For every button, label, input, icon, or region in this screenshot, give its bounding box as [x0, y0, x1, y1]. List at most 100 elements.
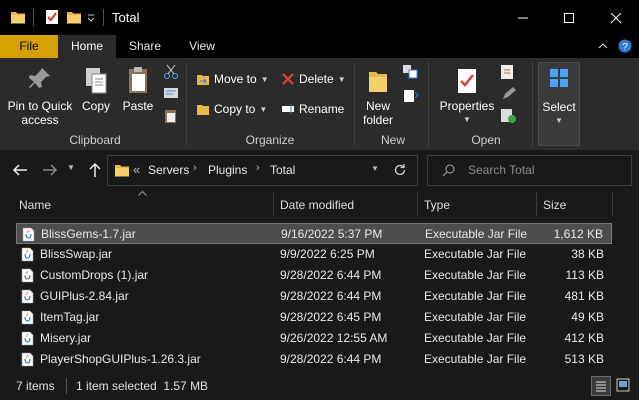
chevron-down-icon: ▼: [337, 74, 346, 84]
recent-locations-chevron-icon[interactable]: ▼: [67, 163, 75, 172]
file-name[interactable]: BlissGems-1.7.jar: [41, 227, 136, 241]
open-group-label: Open: [471, 133, 501, 147]
file-name[interactable]: Misery.jar: [40, 331, 91, 345]
new-folder-quick-icon[interactable]: [66, 9, 82, 25]
address-dropdown-icon[interactable]: ▼: [371, 164, 379, 173]
search-placeholder: Search Total: [468, 163, 535, 177]
pin-label-1: Pin to Quick: [7, 99, 73, 113]
divider[interactable]: [273, 192, 274, 216]
history-icon[interactable]: [500, 108, 518, 124]
jar-file-icon: [21, 289, 34, 304]
column-header-type[interactable]: Type: [424, 198, 450, 212]
back-arrow-icon[interactable]: [12, 163, 28, 177]
copy-to-label: Copy to: [214, 102, 256, 116]
delete-icon: [282, 73, 294, 85]
refresh-icon[interactable]: [393, 163, 407, 177]
scrollbar[interactable]: [626, 190, 639, 372]
delete-button[interactable]: Delete ▼: [281, 72, 346, 86]
close-icon: [610, 12, 622, 23]
forward-arrow-icon[interactable]: [42, 163, 58, 177]
table-row[interactable]: GUIPlus-2.84.jar 9/28/2022 6:44 PM Executa…: [16, 286, 612, 307]
minimize-icon: [518, 17, 528, 18]
tab-file[interactable]: File: [0, 35, 58, 58]
file-size: 1,612 KB: [553, 227, 603, 241]
help-icon[interactable]: ?: [618, 39, 632, 53]
file-size: 412 KB: [564, 331, 604, 345]
table-row[interactable]: BlissGems-1.7.jar 9/16/2022 5:37 PM Execut…: [16, 223, 612, 244]
breadcrumb-separator-icon[interactable]: ›: [256, 162, 260, 174]
edit-icon[interactable]: [500, 86, 518, 102]
divider[interactable]: [536, 192, 537, 216]
search-box[interactable]: Search Total: [427, 155, 632, 186]
move-to-icon: [197, 75, 209, 85]
table-row[interactable]: BlissSwap.jar 9/9/2022 6:25 PM Executable …: [16, 244, 612, 265]
file-name[interactable]: GUIPlus-2.84.jar: [40, 289, 129, 303]
divider[interactable]: [417, 192, 418, 216]
rename-icon: [282, 104, 294, 114]
paste-icon: [129, 67, 147, 93]
sort-ascending-icon: [138, 191, 147, 196]
tab-view[interactable]: View: [174, 35, 230, 58]
breadcrumb-separator-icon[interactable]: ›: [193, 162, 197, 174]
file-date: 9/28/2022 6:45 PM: [280, 310, 382, 324]
easy-access-icon[interactable]: [402, 88, 420, 104]
pin-label-2: access: [21, 113, 59, 127]
table-row[interactable]: PlayerShopGUIPlus-1.26.3.jar 9/28/2022 6:…: [16, 349, 612, 370]
chevron-down-icon: ▼: [260, 74, 269, 84]
new-item-icon[interactable]: [402, 64, 420, 80]
table-row[interactable]: ItemTag.jar 9/28/2022 6:45 PM Executable J…: [16, 307, 612, 328]
up-arrow-icon[interactable]: [88, 162, 102, 178]
paste-button[interactable]: Paste: [119, 66, 157, 113]
chevron-down-icon: ▼: [555, 116, 563, 125]
copy-to-button[interactable]: Copy to ▼: [196, 102, 267, 116]
delete-label: Delete: [299, 72, 334, 86]
copy-path-icon[interactable]: [163, 86, 179, 100]
paste-shortcut-icon[interactable]: [163, 108, 179, 124]
rename-button[interactable]: Rename: [281, 102, 344, 116]
new-folder-button[interactable]: New folder: [358, 66, 398, 127]
file-name[interactable]: PlayerShopGUIPlus-1.26.3.jar: [40, 352, 201, 366]
breadcrumb-total[interactable]: Total: [270, 163, 295, 177]
copy-button[interactable]: Copy: [78, 66, 114, 113]
large-icons-view-button[interactable]: [614, 376, 634, 396]
divider[interactable]: [612, 192, 613, 216]
tab-share[interactable]: Share: [116, 35, 174, 58]
maximize-button[interactable]: [546, 0, 592, 35]
minimize-button[interactable]: [500, 0, 546, 35]
open-icon[interactable]: [500, 64, 518, 80]
address-bar[interactable]: « Servers › Plugins › Total ▼: [107, 155, 418, 186]
breadcrumb-plugins[interactable]: Plugins: [208, 163, 247, 177]
pin-icon: [29, 68, 50, 88]
pin-to-quick-access-button[interactable]: Pin to Quick access: [4, 66, 76, 127]
move-to-button[interactable]: Move to ▼: [196, 72, 269, 86]
table-row[interactable]: Misery.jar 9/26/2022 12:55 AM Executable J…: [16, 328, 612, 349]
folder-icon: [11, 12, 25, 24]
breadcrumb-servers[interactable]: Servers: [148, 163, 189, 177]
table-row[interactable]: CustomDrops (1).jar 9/28/2022 6:44 PM Exec…: [16, 265, 612, 286]
column-header-name[interactable]: Name: [19, 198, 51, 212]
column-header-date[interactable]: Date modified: [280, 198, 354, 212]
file-date: 9/28/2022 6:44 PM: [280, 268, 382, 282]
paste-label: Paste: [122, 99, 154, 113]
file-name[interactable]: CustomDrops (1).jar: [40, 268, 148, 282]
details-view-button[interactable]: [591, 376, 611, 396]
divider: [66, 378, 67, 394]
cut-icon[interactable]: [163, 64, 179, 80]
divider: [103, 9, 104, 26]
customize-toolbar-icon[interactable]: [86, 9, 96, 25]
select-button[interactable]: Select ▼: [538, 62, 580, 146]
copy-label: Copy: [81, 99, 110, 113]
properties-button[interactable]: Properties ▼: [436, 66, 498, 127]
file-name[interactable]: BlissSwap.jar: [40, 247, 112, 261]
column-header-size[interactable]: Size: [543, 198, 566, 212]
folder-icon: [115, 165, 129, 177]
select-label: Select: [542, 100, 576, 114]
properties-quick-icon[interactable]: [44, 9, 60, 25]
tab-home[interactable]: Home: [58, 35, 116, 58]
clipboard-group-label: Clipboard: [69, 133, 121, 147]
jar-file-icon: [21, 247, 34, 262]
collapse-ribbon-icon[interactable]: [598, 42, 608, 50]
file-name[interactable]: ItemTag.jar: [40, 310, 99, 324]
overflow-chevrons[interactable]: «: [133, 162, 140, 177]
close-button[interactable]: [593, 0, 639, 35]
